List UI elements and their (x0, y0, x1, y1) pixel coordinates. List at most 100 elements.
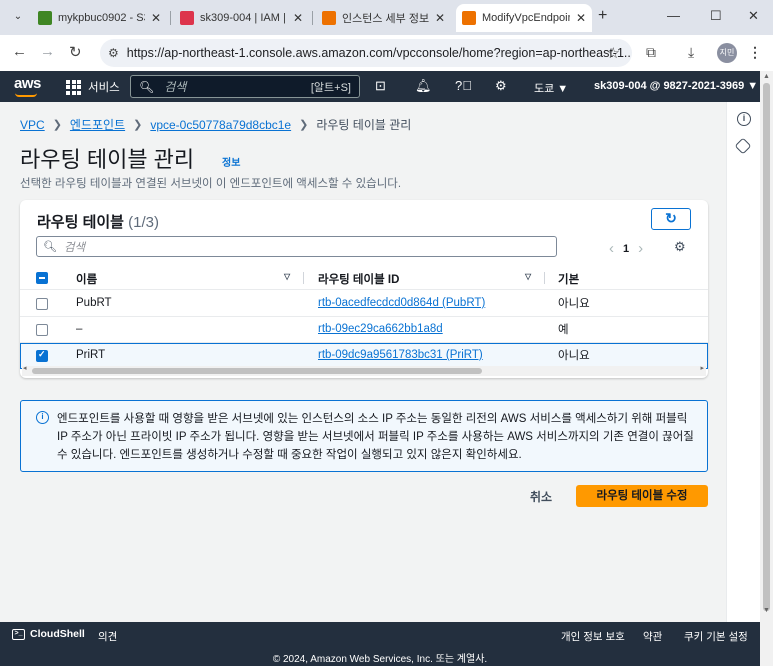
s3-favicon-icon (38, 11, 52, 25)
browser-tab-s3[interactable]: mykpbuc0902 - S3 ✕ (32, 4, 167, 32)
help-icon[interactable]: ?⃝ (455, 78, 472, 93)
info-link[interactable]: 정보 (222, 154, 240, 169)
console-footer: >_ CloudShell 의견 개인 정보 보호 약관 쿠키 기본 설정 © … (0, 622, 760, 666)
terminal-icon: >_ (12, 628, 25, 640)
vertical-scrollbar[interactable]: ▲ ▼ (760, 71, 773, 666)
services-menu-button[interactable]: 서비스 (66, 79, 120, 95)
column-header-default[interactable]: 기본 (558, 271, 579, 287)
browser-tab-iam[interactable]: sk309-004 | IAM | ✕ (174, 4, 309, 32)
page-title: 라우팅 테이블 관리 (20, 147, 195, 172)
cookie-preferences-link[interactable]: 쿠키 기본 설정 (684, 629, 748, 644)
forward-arrow-icon[interactable]: → (40, 43, 55, 60)
next-page-icon[interactable]: › (638, 240, 643, 257)
info-circle-icon: i (36, 411, 49, 424)
table-header: 이름 ▽ 라우팅 테이블 ID ▽ 기본 (20, 266, 708, 290)
tools-panel: i (726, 102, 760, 622)
back-arrow-icon[interactable]: ← (12, 43, 27, 60)
browser-tab-active[interactable]: ModifyVpcEndpoint ✕ (456, 4, 592, 32)
address-bar[interactable]: ⚙ https://ap-northeast-1.console.aws.ama… (100, 39, 632, 67)
breadcrumb-vpc-link[interactable]: VPC (20, 118, 45, 132)
search-icon: 🔍︎ (139, 79, 155, 94)
table-row[interactable]: PubRT rtb-0acedfecdcd0d864d (PubRT) 아니요 (20, 291, 708, 317)
cloudshell-button[interactable]: >_ CloudShell (12, 628, 85, 640)
aws-logo[interactable]: aws (14, 75, 41, 92)
scrollbar-thumb[interactable] (763, 83, 770, 611)
refresh-icon: ↻ (665, 210, 677, 226)
extensions-puzzle-icon[interactable]: ⧉ (646, 44, 656, 61)
browser-tab-ec2[interactable]: 인스턴스 세부 정보 ✕ (316, 4, 451, 32)
info-panel-icon[interactable]: i (737, 112, 751, 126)
browser-tab-strip: ⌄ mykpbuc0902 - S3 ✕ sk309-004 | IAM | ✕… (0, 0, 773, 35)
breadcrumb: VPC ❯ 엔드포인트 ❯ vpce-0c50778a79d8cbc1e ❯ 라… (20, 116, 411, 133)
row-checkbox-checked[interactable] (36, 349, 48, 362)
maximize-window-icon[interactable]: ☐ (710, 8, 722, 24)
region-selector[interactable]: 도쿄 ▼ (534, 80, 568, 96)
info-alert: i 엔드포인트를 사용할 때 영향을 받은 서브넷에 있는 인스턴스의 소스 I… (20, 400, 708, 472)
chevron-right-icon: ❯ (299, 119, 309, 131)
bookmark-star-icon[interactable]: ☆ (607, 44, 620, 62)
panel-title: 라우팅 테이블 (1/3) (37, 214, 159, 231)
breadcrumb-current: 라우팅 테이블 관리 (316, 118, 412, 132)
new-tab-plus-icon[interactable]: + (598, 7, 607, 25)
horizontal-scrollbar[interactable]: ◂ ▸ (22, 364, 706, 376)
row-checkbox[interactable] (36, 298, 48, 310)
search-icon: 🔍︎ (43, 241, 57, 253)
close-window-icon[interactable]: ✕ (748, 8, 759, 24)
close-tab-icon[interactable]: ✕ (293, 11, 303, 25)
select-all-checkbox[interactable] (36, 272, 48, 284)
column-divider[interactable] (303, 272, 304, 284)
route-table-id-link[interactable]: rtb-09ec29ca662bb1a8d (318, 323, 443, 335)
scrollbar-thumb[interactable] (32, 368, 482, 374)
aws-top-nav: aws 서비스 🔍︎ 검색 [알트+S] ⊡ 🔔︎ ?⃝ ⚙ 도쿄 ▼ sk30… (0, 71, 760, 102)
settings-gear-icon[interactable]: ⚙ (495, 78, 507, 94)
route-table-search-input[interactable]: 🔍︎ 검색 (36, 236, 557, 257)
page-number[interactable]: 1 (623, 243, 629, 255)
account-menu[interactable]: sk309-004 @ 9827-2021-3969 ▼ (594, 80, 758, 92)
row-checkbox[interactable] (36, 324, 48, 336)
download-icon[interactable]: ⤓ (688, 44, 694, 61)
tab-divider (170, 11, 171, 25)
minimize-window-icon[interactable]: — (667, 8, 680, 23)
close-tab-icon[interactable]: ✕ (151, 11, 161, 25)
column-header-route-table-id[interactable]: 라우팅 테이블 ID (318, 271, 399, 287)
aws-search-input[interactable]: 🔍︎ 검색 [알트+S] (130, 75, 360, 98)
chevron-right-icon: ❯ (133, 119, 143, 131)
breadcrumb-endpoint-id-link[interactable]: vpce-0c50778a79d8cbc1e (150, 118, 291, 132)
scroll-down-icon[interactable]: ▼ (763, 607, 770, 614)
cancel-button[interactable]: 취소 (522, 488, 560, 505)
modify-route-tables-button[interactable]: 라우팅 테이블 수정 (576, 485, 708, 507)
route-tables-panel: 라우팅 테이블 (1/3) ↻ 🔍︎ 검색 ‹ 1 › ⚙ 이름 ▽ 라우팅 테… (20, 200, 708, 378)
help-panel-icon[interactable] (734, 137, 752, 155)
scroll-left-icon[interactable]: ◂ (23, 364, 27, 372)
sort-down-icon[interactable]: ▽ (525, 272, 531, 281)
close-tab-icon[interactable]: ✕ (576, 11, 586, 25)
scroll-right-icon[interactable]: ▸ (700, 364, 704, 372)
tab-search-chevron-icon[interactable]: ⌄ (8, 7, 28, 27)
table-row[interactable]: – rtb-09ec29ca662bb1a8d 예 (20, 317, 708, 343)
selection-count: (1/3) (128, 214, 159, 231)
sort-down-icon[interactable]: ▽ (284, 272, 290, 281)
close-tab-icon[interactable]: ✕ (435, 11, 445, 25)
cloudshell-icon[interactable]: ⊡ (375, 78, 386, 94)
browser-menu-icon[interactable]: ⋮ (748, 44, 762, 61)
table-settings-gear-icon[interactable]: ⚙ (674, 239, 686, 255)
site-info-icon[interactable]: ⚙ (108, 46, 119, 60)
feedback-link[interactable]: 의견 (98, 629, 117, 644)
reload-icon[interactable]: ↻ (69, 43, 82, 61)
previous-page-icon[interactable]: ‹ (609, 240, 614, 257)
aws-logo-smile (15, 93, 37, 97)
url-text: https://ap-northeast-1.console.aws.amazo… (126, 46, 632, 60)
page-description: 선택한 라우팅 테이블과 연결된 서브넷이 이 엔드포인트에 액세스할 수 있습… (20, 178, 402, 190)
scroll-up-icon[interactable]: ▲ (763, 73, 770, 80)
route-table-id-link[interactable]: rtb-0acedfecdcd0d864d (PubRT) (318, 297, 485, 309)
route-table-id-link[interactable]: rtb-09dc9a9561783bc31 (PriRT) (318, 349, 483, 361)
column-header-name[interactable]: 이름 (76, 271, 97, 287)
notifications-bell-icon[interactable]: 🔔︎ (415, 78, 432, 94)
column-divider[interactable] (544, 272, 545, 284)
breadcrumb-endpoints-link[interactable]: 엔드포인트 (70, 116, 125, 133)
terms-link[interactable]: 약관 (643, 629, 662, 644)
browser-toolbar: ← → ↻ ⚙ https://ap-northeast-1.console.a… (0, 35, 773, 71)
refresh-button[interactable]: ↻ (651, 208, 691, 230)
privacy-link[interactable]: 개인 정보 보호 (561, 629, 625, 644)
profile-avatar[interactable]: 지민 (717, 43, 737, 63)
